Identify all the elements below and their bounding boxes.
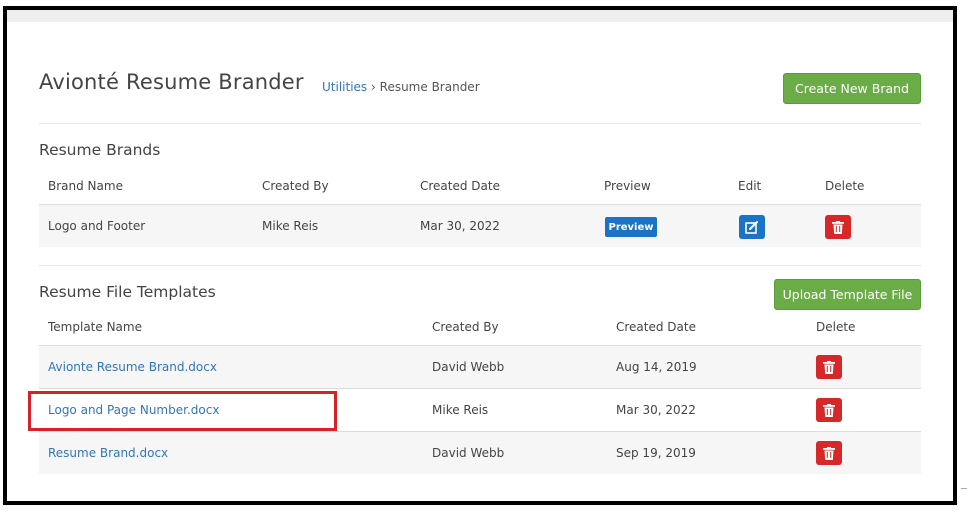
col-preview: Preview bbox=[604, 179, 651, 193]
breadcrumb-current: Resume Brander bbox=[379, 80, 480, 94]
delete-button[interactable] bbox=[825, 215, 851, 239]
breadcrumb-utilities-link[interactable]: Utilities bbox=[322, 80, 367, 94]
col-created-by: Created By bbox=[262, 179, 329, 193]
trash-icon bbox=[823, 446, 835, 460]
resume-file-templates-title: Resume File Templates bbox=[39, 283, 216, 301]
table-row: Logo and Footer Mike Reis Mar 30, 2022 P… bbox=[39, 204, 921, 247]
col-template-name: Template Name bbox=[48, 320, 142, 334]
trash-icon bbox=[823, 360, 835, 374]
template-name-link[interactable]: Avionte Resume Brand.docx bbox=[48, 360, 217, 374]
created-date-cell: Mar 30, 2022 bbox=[420, 219, 500, 233]
col-brand-name: Brand Name bbox=[48, 179, 123, 193]
delete-button[interactable] bbox=[816, 441, 842, 465]
preview-button[interactable]: Preview bbox=[605, 217, 657, 237]
upload-template-file-button[interactable]: Upload Template File bbox=[774, 279, 921, 310]
highlight-box bbox=[28, 391, 337, 431]
divider bbox=[39, 123, 921, 124]
resume-brands-title: Resume Brands bbox=[39, 141, 161, 159]
create-new-brand-button[interactable]: Create New Brand bbox=[783, 73, 921, 104]
col-created-date: Created Date bbox=[616, 320, 696, 334]
edit-icon bbox=[745, 221, 758, 234]
col-delete: Delete bbox=[816, 320, 856, 334]
created-by-cell: Mike Reis bbox=[262, 219, 319, 233]
breadcrumb: Utilities › Resume Brander bbox=[322, 80, 480, 94]
created-date-cell: Sep 19, 2019 bbox=[616, 446, 696, 460]
app-frame: Avionté Resume Brander Utilities › Resum… bbox=[3, 6, 957, 505]
breadcrumb-separator: › bbox=[371, 80, 376, 94]
top-strip bbox=[7, 10, 953, 22]
trash-icon bbox=[823, 403, 835, 417]
edge-mark bbox=[961, 488, 967, 489]
created-by-cell: Mike Reis bbox=[432, 403, 489, 417]
template-name-link[interactable]: Resume Brand.docx bbox=[48, 446, 168, 460]
delete-button[interactable] bbox=[816, 355, 842, 379]
created-date-cell: Mar 30, 2022 bbox=[616, 403, 696, 417]
edit-button[interactable] bbox=[739, 215, 765, 239]
divider bbox=[39, 265, 921, 266]
delete-button[interactable] bbox=[816, 398, 842, 422]
trash-icon bbox=[832, 220, 844, 234]
col-created-by: Created By bbox=[432, 320, 499, 334]
col-edit: Edit bbox=[738, 179, 762, 193]
col-delete: Delete bbox=[825, 179, 865, 193]
created-by-cell: David Webb bbox=[432, 360, 505, 374]
page-title: Avionté Resume Brander bbox=[39, 70, 304, 94]
col-created-date: Created Date bbox=[420, 179, 500, 193]
table-row: Avionte Resume Brand.docx David Webb Aug… bbox=[39, 345, 921, 388]
brand-name-cell: Logo and Footer bbox=[48, 219, 146, 233]
created-date-cell: Aug 14, 2019 bbox=[616, 360, 697, 374]
table-row: Resume Brand.docx David Webb Sep 19, 201… bbox=[39, 431, 921, 474]
created-by-cell: David Webb bbox=[432, 446, 505, 460]
